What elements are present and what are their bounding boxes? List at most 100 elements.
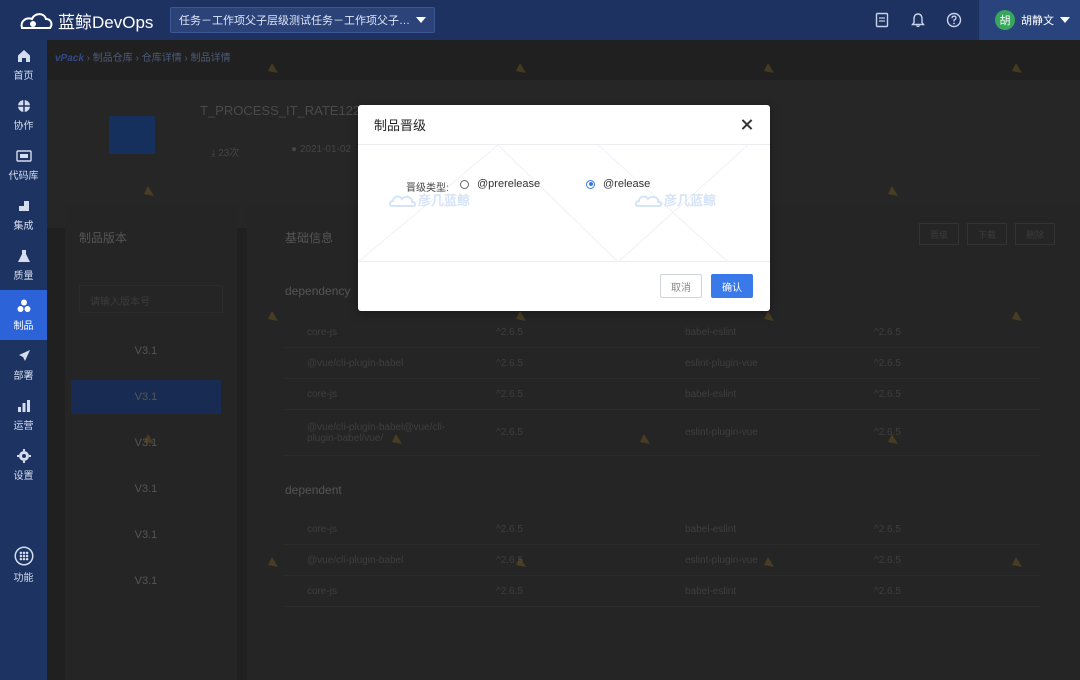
chevron-down-icon xyxy=(416,17,426,23)
sidebar-item-artifact[interactable]: 制品 xyxy=(0,290,47,340)
sidebar-item-deploy[interactable]: 部署 xyxy=(0,340,47,390)
version-item[interactable]: V3.1 xyxy=(71,334,221,368)
close-icon[interactable] xyxy=(740,118,754,132)
table-cell: ^2.6.5 xyxy=(496,326,523,338)
table-cell: ^2.6.5 xyxy=(496,585,523,597)
table-cell: ^2.6.5 xyxy=(874,357,901,369)
quality-icon xyxy=(17,250,30,262)
sidebar-item-label: 首页 xyxy=(13,71,34,82)
sidebar-item-settings[interactable]: 设置 xyxy=(0,440,47,490)
sidebar-item-label: 协作 xyxy=(13,121,34,132)
download-button[interactable]: 下载 xyxy=(967,223,1007,245)
breadcrumb-brand[interactable]: vPack xyxy=(55,53,84,64)
integration-icon xyxy=(18,201,29,211)
release-radio[interactable]: @release xyxy=(586,178,650,190)
table-cell: @vue/cli-plugin-babel xyxy=(307,357,404,369)
avatar: 胡 xyxy=(995,10,1015,30)
settings-icon xyxy=(16,449,31,463)
table-cell: eslint-plugin-vue xyxy=(685,427,758,438)
version-item[interactable]: V3.1 xyxy=(71,472,221,506)
sidebar-item-functions[interactable]: 功能 xyxy=(0,540,47,590)
code-icon xyxy=(15,150,32,162)
cloud-icon xyxy=(634,195,663,207)
table-cell: core-js xyxy=(307,326,338,338)
ops-icon xyxy=(17,400,30,412)
top-bar: 蓝鲸DevOps 任务－工作项父子层级测试任务－工作项父子层级测试任务 胡 胡静… xyxy=(0,0,1080,40)
dialog-footer: 取消 确认 xyxy=(358,262,770,310)
logo[interactable]: 蓝鲸DevOps xyxy=(0,8,168,33)
dependent-table: core-js ^2.6.5 babel-eslint ^2.6.5 @vue/… xyxy=(285,514,1041,607)
table-cell: ^2.6.5 xyxy=(874,388,901,400)
dependent-title: dependent xyxy=(285,483,342,497)
promote-button[interactable]: 晋级 xyxy=(919,223,959,245)
prerelease-radio[interactable]: @prerelease xyxy=(460,178,540,190)
project-select[interactable]: 任务－工作项父子层级测试任务－工作项父子层级测试任务 xyxy=(170,7,435,33)
table-cell: ^2.6.5 xyxy=(874,326,901,338)
sidebar-item-code[interactable]: 代码库 xyxy=(0,140,47,190)
info-title: 基础信息 xyxy=(285,231,334,245)
dialog-body: 晋级类型: @prerelease @release 彦几蓝鲸 彦几蓝鲸 xyxy=(358,145,770,262)
watermark: 彦几蓝鲸 xyxy=(634,190,716,209)
radio-label: @release xyxy=(603,178,651,190)
sidebar-item-label: 质量 xyxy=(13,271,34,282)
table-cell: eslint-plugin-vue xyxy=(685,554,758,566)
bell-icon[interactable] xyxy=(908,10,928,30)
version-item[interactable]: V3.1 xyxy=(71,564,221,598)
sidebar-item-label: 集成 xyxy=(13,221,34,232)
radio-label: @prerelease xyxy=(477,178,541,190)
collab-icon xyxy=(17,100,30,112)
logo-text: 蓝鲸DevOps xyxy=(58,12,154,32)
dialog-header: 制品晋级 xyxy=(358,105,770,145)
version-item[interactable]: V3.1 xyxy=(71,380,221,414)
download-count: ⤓ 23次 xyxy=(211,148,240,159)
table-cell: babel-eslint xyxy=(685,388,737,400)
sidebar-item-collab[interactable]: 协作 xyxy=(0,90,47,140)
version-panel-title: 制品版本 xyxy=(79,231,128,245)
version-item[interactable]: V3.1 xyxy=(71,426,221,460)
delete-button[interactable]: 删除 xyxy=(1015,223,1055,245)
table-cell: eslint-plugin-vue xyxy=(685,357,758,369)
sidebar-item-label: 设置 xyxy=(13,471,34,482)
sidebar-item-label: 代码库 xyxy=(8,171,39,182)
sidebar-item-ops[interactable]: 运营 xyxy=(0,390,47,440)
logo-icon xyxy=(20,13,53,29)
table-cell: ^2.6.5 xyxy=(874,427,901,438)
folder-icon xyxy=(109,116,155,154)
sidebar-item-home[interactable]: 首页 xyxy=(0,40,47,90)
cloud-icon xyxy=(388,195,417,207)
table-cell: core-js xyxy=(307,388,338,400)
sidebar-item-label: 功能 xyxy=(13,573,34,584)
table-cell: ^2.6.5 xyxy=(874,585,901,597)
table-cell: babel-eslint xyxy=(685,523,737,535)
sidebar-item-label: 部署 xyxy=(13,371,34,382)
sidebar-item-integration[interactable]: 集成 xyxy=(0,190,47,240)
table-row: @vue/cli-plugin-babel@vue/cli-plugin-bab… xyxy=(285,410,1041,456)
grid-icon xyxy=(14,546,33,566)
table-cell: core-js xyxy=(307,585,338,597)
package-date: ● 2021-01-02 xyxy=(291,144,351,155)
radio-checked-icon xyxy=(586,179,595,189)
cancel-button[interactable]: 取消 xyxy=(660,274,702,298)
table-row: @vue/cli-plugin-babel ^2.6.5 eslint-plug… xyxy=(285,348,1041,379)
user-menu[interactable]: 胡 胡静文 xyxy=(979,0,1080,40)
table-cell: ^2.6.5 xyxy=(496,388,523,400)
radio-unchecked-icon xyxy=(460,179,469,189)
table-cell: ^2.6.5 xyxy=(874,523,901,535)
help-icon[interactable] xyxy=(944,10,964,30)
table-cell: ^2.6.5 xyxy=(496,427,523,438)
doc-icon[interactable] xyxy=(872,10,892,30)
watermark-text: 彦几蓝鲸 xyxy=(664,193,717,208)
table-row: @vue/cli-plugin-babel ^2.6.5 eslint-plug… xyxy=(285,545,1041,576)
table-cell: @vue/cli-plugin-babel xyxy=(307,554,404,566)
breadcrumb: vPack › 制品仓库 › 仓库详情 › 制品详情 xyxy=(55,49,231,64)
table-row: core-js ^2.6.5 babel-eslint ^2.6.5 xyxy=(285,576,1041,607)
promote-dialog: 制品晋级 晋级类型: @prerelease @release 彦几蓝鲸 彦几蓝… xyxy=(358,105,770,311)
confirm-button[interactable]: 确认 xyxy=(711,274,753,298)
table-cell: babel-eslint xyxy=(685,585,737,597)
version-search-input[interactable]: 请输入版本号 xyxy=(79,285,223,313)
version-item[interactable]: V3.1 xyxy=(71,518,221,552)
user-name: 胡静文 xyxy=(1021,15,1054,27)
chevron-down-icon xyxy=(1060,17,1070,23)
package-title: T_PROCESS_IT_RATE1223 xyxy=(200,103,368,118)
sidebar-item-quality[interactable]: 质量 xyxy=(0,240,47,290)
